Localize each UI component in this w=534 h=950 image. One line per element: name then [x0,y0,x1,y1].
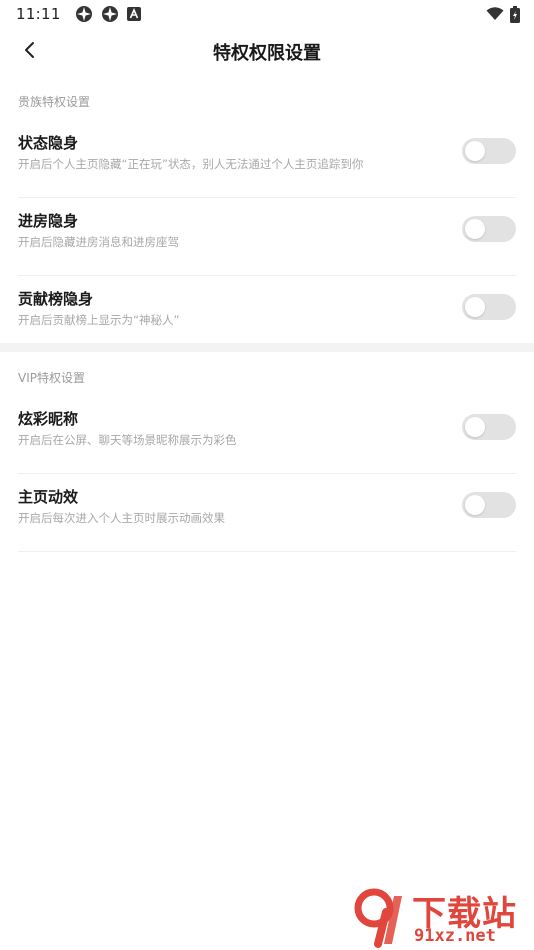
vip-privilege-section: VIP特权设置 炫彩昵称 开启后在公屏、聊天等场景昵称展示为彩色 主页动效 开启… [0,360,534,552]
section-label: 贵族特权设置 [18,95,91,109]
watermark-url: 91xz.net [414,926,496,946]
setting-title: 状态隐身 [18,134,79,152]
watermark-logo-icon [352,886,412,950]
setting-description: 开启后每次进入个人主页时展示动画效果 [18,511,225,525]
room-entry-stealth-toggle[interactable] [462,216,516,242]
toggle-knob [465,297,485,317]
back-button[interactable] [14,36,46,68]
status-bar: 11:11 [0,0,534,28]
app-notification-icon [75,5,93,23]
setting-title: 主页动效 [18,488,79,506]
page-title: 特权权限设置 [213,43,321,64]
chevron-left-icon [23,41,37,63]
watermark-logo: 下载站 91xz.net [352,886,528,948]
status-notification-icons [75,5,141,23]
toggle-knob [465,141,485,161]
setting-row-homepage-animation: 主页动效 开启后每次进入个人主页时展示动画效果 [18,474,516,552]
header-bar: 特权权限设置 [0,28,534,76]
settings-screen: 11:11 特权权限设置 贵族特权设置 状态隐身 开启后个人主页隐藏“正在玩”状… [0,0,534,950]
app-notification-icon [101,5,119,23]
toggle-knob [465,495,485,515]
wifi-icon [486,7,504,21]
section-divider [0,343,534,352]
setting-row-status-stealth: 状态隐身 开启后个人主页隐藏“正在玩”状态，别人无法通过个人主页追踪到你 [18,120,516,198]
setting-description: 开启后贡献榜上显示为“神秘人” [18,313,180,327]
homepage-animation-toggle[interactable] [462,492,516,518]
section-label: VIP特权设置 [18,371,85,385]
status-system-icons [486,5,520,23]
status-time: 11:11 [16,5,61,23]
setting-row-room-entry-stealth: 进房隐身 开启后隐藏进房消息和进房座驾 [18,198,516,276]
setting-description: 开启后个人主页隐藏“正在玩”状态，别人无法通过个人主页追踪到你 [18,157,364,171]
setting-title: 炫彩昵称 [18,410,79,428]
letter-a-notification-icon [126,7,141,21]
toggle-knob [465,417,485,437]
toggle-knob [465,219,485,239]
status-stealth-toggle[interactable] [462,138,516,164]
contribution-stealth-toggle[interactable] [462,294,516,320]
colorful-nickname-toggle[interactable] [462,414,516,440]
noble-privilege-section: 贵族特权设置 状态隐身 开启后个人主页隐藏“正在玩”状态，别人无法通过个人主页追… [0,84,534,354]
battery-charging-icon [510,5,520,23]
setting-title: 进房隐身 [18,212,79,230]
setting-row-colorful-nickname: 炫彩昵称 开启后在公屏、聊天等场景昵称展示为彩色 [18,396,516,474]
setting-title: 贡献榜隐身 [18,290,94,308]
setting-description: 开启后隐藏进房消息和进房座驾 [18,235,179,249]
setting-description: 开启后在公屏、聊天等场景昵称展示为彩色 [18,433,237,447]
